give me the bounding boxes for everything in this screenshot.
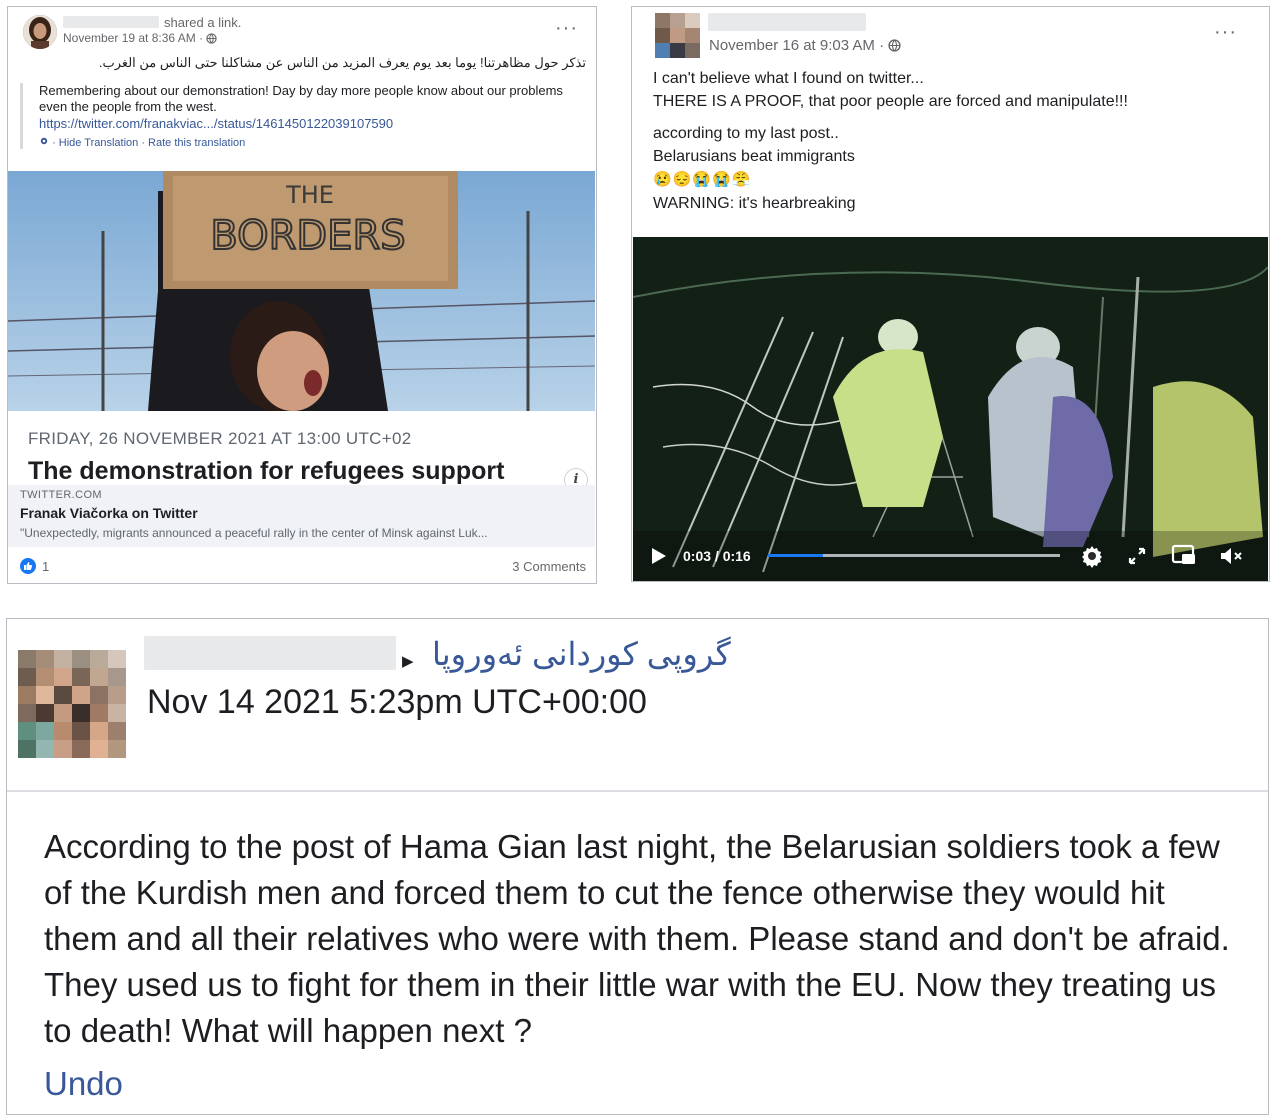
svg-text:BORDERS: BORDERS: [210, 213, 405, 259]
post-line: THERE IS A PROOF, that poor people are f…: [653, 93, 1128, 110]
video-frame: [633, 237, 1268, 581]
event-date: FRIDAY, 26 NOVEMBER 2021 AT 13:00 UTC+02: [28, 429, 412, 448]
author-name-redacted[interactable]: [708, 13, 866, 31]
post-timestamp[interactable]: November 16 at 9:03 AM ·: [709, 37, 901, 54]
more-options-icon[interactable]: ···: [555, 18, 578, 38]
video-progress-bar[interactable]: [768, 554, 1060, 557]
globe-icon: [206, 33, 218, 44]
author-name-redacted[interactable]: [144, 636, 396, 670]
video-time: 0:03 / 0:16: [683, 548, 751, 564]
event-title[interactable]: The demonstration for refugees support: [28, 457, 504, 486]
event-card[interactable]: FRIDAY, 26 NOVEMBER 2021 AT 13:00 UTC+02…: [8, 411, 595, 485]
post-line: I can't believe what I found on twitter.…: [653, 70, 924, 87]
emoji-row: 😢😔😭😭😤: [653, 171, 752, 188]
mute-icon[interactable]: [1219, 545, 1243, 567]
post-timestamp[interactable]: Nov 14 2021 5:23pm UTC+00:00: [147, 683, 647, 722]
post-text: According to the post of Hama Gian last …: [44, 828, 1230, 1049]
translation-controls[interactable]: · Hide Translation · Rate this translati…: [39, 136, 588, 149]
event-cover-photo[interactable]: THE BORDERS: [8, 171, 595, 411]
video-progress-fill: [768, 554, 824, 557]
like-icon: [20, 558, 36, 574]
link-description: "Unexpectedly, migrants announced a peac…: [20, 526, 488, 540]
author-avatar[interactable]: [655, 13, 700, 58]
header-divider: [7, 790, 1268, 792]
gear-icon: [40, 137, 48, 145]
globe-icon: [888, 39, 901, 52]
post-video: November 16 at 9:03 AM · ··· I can't bel…: [631, 6, 1270, 582]
author-avatar[interactable]: [23, 15, 57, 49]
shared-url-link[interactable]: https://twitter.com/franakviac.../status…: [39, 116, 588, 131]
svg-text:THE: THE: [285, 181, 334, 209]
settings-gear-icon[interactable]: [1080, 544, 1104, 568]
fullscreen-icon[interactable]: [1127, 546, 1147, 566]
picture-in-picture-icon[interactable]: [1171, 543, 1197, 567]
post-timestamp[interactable]: November 19 at 8:36 AM ·: [63, 31, 218, 45]
more-options-icon[interactable]: ···: [1214, 22, 1237, 42]
post-text-arabic: تذكر حول مظاهرتنا! يوما بعد يوم يعرف الم…: [98, 55, 586, 70]
undo-link[interactable]: Undo: [44, 1065, 123, 1103]
post-shared-link: shared a link. November 19 at 8:36 AM · …: [7, 6, 597, 584]
posted-in-arrow-icon: ▶: [402, 653, 414, 670]
link-title[interactable]: Franak Viačorka on Twitter: [20, 505, 198, 521]
reactions-count: 1: [42, 559, 50, 574]
post-group: ▶ گروپی کوردانی ئەوروپا Nov 14 2021 5:23…: [6, 618, 1269, 1115]
post-action-text: shared a link.: [164, 15, 242, 30]
play-icon[interactable]: [651, 547, 667, 565]
reactions-summary[interactable]: 1: [20, 558, 49, 574]
group-name-link[interactable]: گروپی کوردانی ئەوروپا: [432, 635, 731, 673]
link-preview[interactable]: TWITTER.COM Franak Viačorka on Twitter "…: [8, 485, 595, 547]
post-line: WARNING: it's hearbreaking: [653, 195, 856, 212]
comments-count[interactable]: 3 Comments: [512, 559, 586, 574]
link-domain: TWITTER.COM: [20, 489, 102, 501]
translation-block: Remembering about our demonstration! Day…: [20, 83, 588, 149]
hide-translation-link[interactable]: · Hide Translation · Rate this translati…: [52, 137, 245, 149]
post-line: according to my last post..: [653, 125, 839, 142]
post-text: I can't believe what I found on twitter.…: [653, 67, 1128, 215]
post-line: Belarusians beat immigrants: [653, 148, 855, 165]
author-name-redacted[interactable]: [63, 16, 159, 28]
author-avatar[interactable]: [18, 650, 126, 758]
video-controls: 0:03 / 0:16: [633, 531, 1268, 581]
video-player[interactable]: 0:03 / 0:16: [633, 237, 1268, 581]
translation-text: Remembering about our demonstration! Day…: [39, 83, 563, 114]
